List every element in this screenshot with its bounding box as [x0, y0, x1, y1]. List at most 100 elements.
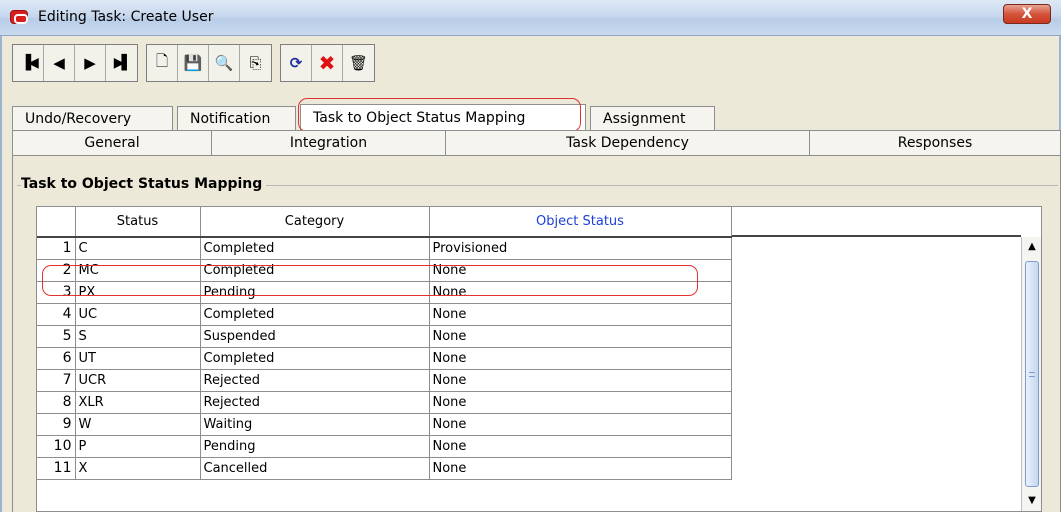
status-table: Status Category Object Status 1 C Complete… [37, 207, 732, 480]
category-cell[interactable]: Rejected [200, 391, 430, 414]
tab-row-top: Undo/Recovery Notification Task to Objec… [12, 104, 719, 130]
action-group: 🗋 💾 🔍 ⎘ [146, 44, 272, 82]
status-cell[interactable]: X [75, 457, 201, 480]
table-row[interactable]: 7 UCR Rejected None [37, 369, 732, 392]
object-status-cell[interactable]: None [429, 303, 732, 326]
row-number: 11 [37, 457, 76, 480]
table-row[interactable]: 2 MC Completed None [37, 259, 732, 282]
tab-general[interactable]: General [12, 130, 211, 156]
table-row[interactable]: 1 C Completed Provisioned [37, 237, 732, 260]
status-cell[interactable]: UCR [75, 369, 201, 392]
status-mapping-table: Status Category Object Status 1 C Complete… [36, 206, 1042, 512]
table-header-row: Status Category Object Status [37, 207, 732, 238]
object-status-cell[interactable]: None [429, 413, 732, 436]
mapping-panel: Task to Object Status Mapping Status Cat… [12, 156, 1061, 512]
task-editor-window: ▐◀ ◀ ▶ ▶▌ 🗋 💾 🔍 ⎘ ⟳ ✖ 🗑 Undo/Recovery No… [0, 36, 1061, 512]
table-row[interactable]: 11 X Cancelled None [37, 457, 732, 480]
category-cell[interactable]: Rejected [200, 369, 430, 392]
table-body: 1 C Completed Provisioned 2 MC Completed None 3 P… [37, 237, 732, 480]
vertical-scrollbar[interactable]: ▲ ▼ [1021, 237, 1041, 511]
tab-task-dependency[interactable]: Task Dependency [445, 130, 809, 156]
tab-row-bottom: General Integration Task Dependency Resp… [12, 130, 1061, 156]
row-number: 7 [37, 369, 76, 392]
status-cell[interactable]: UT [75, 347, 201, 370]
tab-undo-recovery[interactable]: Undo/Recovery [12, 106, 173, 130]
delete-icon[interactable]: 🗑 [343, 45, 374, 81]
row-number: 8 [37, 391, 76, 414]
category-cell[interactable]: Pending [200, 281, 430, 304]
title-bar: Editing Task: Create User X [0, 0, 1061, 36]
object-status-cell[interactable]: None [429, 259, 732, 282]
row-number: 9 [37, 413, 76, 436]
edit-group: ⟳ ✖ 🗑 [280, 44, 375, 82]
table-row[interactable]: 8 XLR Rejected None [37, 391, 732, 414]
object-status-cell[interactable]: None [429, 369, 732, 392]
column-header-status[interactable]: Status [75, 207, 201, 238]
navigation-group: ▐◀ ◀ ▶ ▶▌ [12, 44, 138, 82]
first-record-icon[interactable]: ▐◀ [13, 45, 44, 81]
table-row[interactable]: 4 UC Completed None [37, 303, 732, 326]
table-row[interactable]: 3 PX Pending None [37, 281, 732, 304]
table-empty-header [731, 207, 1021, 237]
column-header-category[interactable]: Category [200, 207, 430, 238]
object-status-cell[interactable]: None [429, 347, 732, 370]
status-cell[interactable]: C [75, 237, 201, 260]
status-cell[interactable]: P [75, 435, 201, 458]
tab-task-to-object-status-mapping[interactable]: Task to Object Status Mapping [300, 104, 586, 130]
status-cell[interactable]: MC [75, 259, 201, 282]
table-row[interactable]: 6 UT Completed None [37, 347, 732, 370]
status-cell[interactable]: W [75, 413, 201, 436]
category-cell[interactable]: Completed [200, 347, 430, 370]
row-number-header [37, 207, 76, 238]
row-number: 5 [37, 325, 76, 348]
status-cell[interactable]: XLR [75, 391, 201, 414]
find-icon: 🔍 [209, 45, 240, 81]
tab-assignment[interactable]: Assignment [590, 106, 715, 130]
category-cell[interactable]: Cancelled [200, 457, 430, 480]
object-status-cell[interactable]: None [429, 281, 732, 304]
column-header-object-status[interactable]: Object Status [429, 207, 732, 238]
panel-title: Task to Object Status Mapping [21, 176, 267, 192]
status-cell[interactable]: UC [75, 303, 201, 326]
cancel-icon[interactable]: ✖ [312, 45, 343, 81]
row-number: 1 [37, 237, 76, 260]
category-cell[interactable]: Suspended [200, 325, 430, 348]
new-icon[interactable]: 🗋 [147, 45, 178, 81]
row-number: 3 [37, 281, 76, 304]
refresh-icon[interactable]: ⟳ [281, 45, 312, 81]
tab-notification[interactable]: Notification [177, 106, 296, 130]
category-cell[interactable]: Completed [200, 303, 430, 326]
category-cell[interactable]: Waiting [200, 413, 430, 436]
object-status-cell[interactable]: None [429, 457, 732, 480]
table-row[interactable]: 10 P Pending None [37, 435, 732, 458]
toolbar: ▐◀ ◀ ▶ ▶▌ 🗋 💾 🔍 ⎘ ⟳ ✖ 🗑 [12, 44, 383, 82]
row-number: 2 [37, 259, 76, 282]
scroll-down-icon[interactable]: ▼ [1024, 493, 1040, 509]
row-number: 6 [37, 347, 76, 370]
tab-integration[interactable]: Integration [211, 130, 445, 156]
object-status-cell[interactable]: None [429, 391, 732, 414]
save-icon[interactable]: 💾 [178, 45, 209, 81]
tab-responses[interactable]: Responses [809, 130, 1061, 156]
category-cell[interactable]: Completed [200, 237, 430, 260]
oracle-logo-icon [10, 10, 28, 24]
close-button[interactable]: X [1003, 4, 1051, 24]
object-status-cell[interactable]: Provisioned [429, 237, 732, 260]
category-cell[interactable]: Pending [200, 435, 430, 458]
next-record-icon[interactable]: ▶ [75, 45, 106, 81]
status-cell[interactable]: PX [75, 281, 201, 304]
scroll-thumb[interactable] [1025, 261, 1039, 487]
category-cell[interactable]: Completed [200, 259, 430, 282]
object-status-cell[interactable]: None [429, 325, 732, 348]
table-row[interactable]: 9 W Waiting None [37, 413, 732, 436]
window-title: Editing Task: Create User [38, 9, 214, 25]
scroll-grip-icon [1029, 372, 1035, 377]
last-record-icon[interactable]: ▶▌ [106, 45, 137, 81]
previous-record-icon[interactable]: ◀ [44, 45, 75, 81]
table-row[interactable]: 5 S Suspended None [37, 325, 732, 348]
assign-icon[interactable]: ⎘ [240, 45, 271, 81]
scroll-up-icon[interactable]: ▲ [1024, 239, 1040, 255]
object-status-cell[interactable]: None [429, 435, 732, 458]
row-number: 4 [37, 303, 76, 326]
status-cell[interactable]: S [75, 325, 201, 348]
